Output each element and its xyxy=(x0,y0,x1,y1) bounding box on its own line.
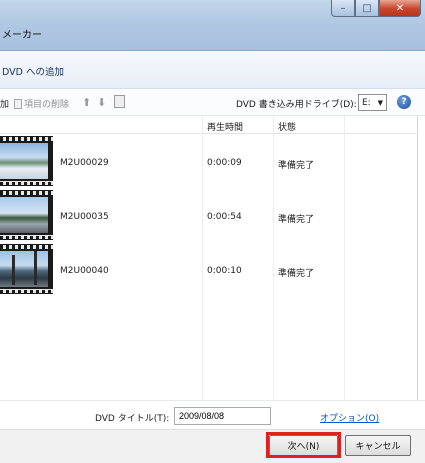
video-thumbnail xyxy=(0,190,53,240)
title-bar: メーカー – □ ✕ xyxy=(0,0,425,51)
page-heading: DVD への追加 xyxy=(2,67,64,78)
wizard-header: DVD への追加 xyxy=(0,51,425,89)
video-list: 再生時間 状態 M2U00029 0:00:09 準備完了 M2U00035 0… xyxy=(0,116,418,400)
close-button[interactable]: ✕ xyxy=(379,0,421,17)
move-down-icon[interactable]: ⬇ xyxy=(97,96,106,109)
video-status: 準備完了 xyxy=(278,215,315,225)
drive-value: E: xyxy=(362,97,371,108)
list-item[interactable]: M2U00040 0:00:10 準備完了 xyxy=(0,244,418,296)
minimize-icon: – xyxy=(340,2,346,14)
video-thumbnail xyxy=(0,136,53,186)
video-duration: 0:00:54 xyxy=(207,212,242,222)
window-title: メーカー xyxy=(2,30,42,41)
maximize-icon: □ xyxy=(362,2,372,14)
window-controls: – □ ✕ xyxy=(331,0,421,17)
remove-item-button[interactable]: 項目の削除 xyxy=(14,97,69,110)
video-status: 準備完了 xyxy=(278,161,315,171)
dvd-title-label: DVD タイトル(T): xyxy=(95,414,170,424)
video-name: M2U00035 xyxy=(60,212,109,222)
options-link[interactable]: オプション(O) xyxy=(320,411,379,424)
move-up-icon[interactable]: ⬆ xyxy=(82,96,91,109)
list-item[interactable]: M2U00035 0:00:54 準備完了 xyxy=(0,190,418,242)
title-options-bar: DVD タイトル(T): オプション(O) xyxy=(0,400,425,429)
list-item[interactable]: M2U00029 0:00:09 準備完了 xyxy=(0,136,418,188)
column-status[interactable]: 状態 xyxy=(278,120,296,133)
video-name: M2U00029 xyxy=(60,158,109,168)
remove-item-label: 項目の削除 xyxy=(24,100,70,110)
toolbar: 加 項目の削除 ⬆ ⬇ DVD 書き込み用ドライブ(D): E: ▼ ? xyxy=(0,89,425,116)
page-icon[interactable] xyxy=(114,95,125,108)
video-name: M2U00040 xyxy=(60,266,109,276)
footer: 次へ(N) キャンセル xyxy=(0,429,425,463)
close-icon: ✕ xyxy=(395,2,405,14)
help-icon[interactable]: ? xyxy=(397,95,411,109)
dropdown-caret-icon: ▼ xyxy=(377,98,383,107)
maximize-button[interactable]: □ xyxy=(355,0,379,17)
highlight-box xyxy=(266,432,341,458)
dvd-title-input[interactable] xyxy=(174,407,271,425)
drive-label: DVD 書き込み用ドライブ(D): xyxy=(236,100,357,110)
list-header: 再生時間 状態 xyxy=(0,116,418,134)
video-duration: 0:00:09 xyxy=(207,158,242,168)
drive-select[interactable]: E: ▼ xyxy=(358,94,387,111)
video-thumbnail xyxy=(0,244,53,294)
cancel-button[interactable]: キャンセル xyxy=(345,435,411,456)
column-duration[interactable]: 再生時間 xyxy=(207,120,243,133)
video-duration: 0:00:10 xyxy=(207,266,242,276)
document-icon xyxy=(14,98,22,109)
add-items-button[interactable]: 加 xyxy=(0,97,9,110)
video-status: 準備完了 xyxy=(278,269,315,279)
minimize-button[interactable]: – xyxy=(331,0,355,17)
